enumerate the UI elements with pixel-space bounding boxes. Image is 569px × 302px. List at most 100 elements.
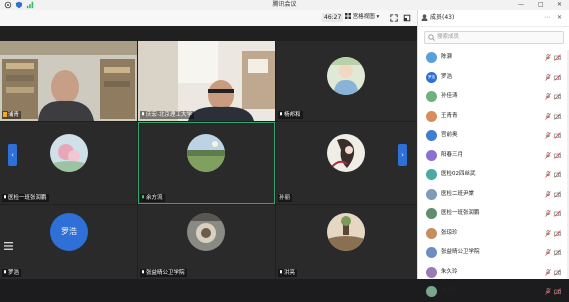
prev-page-button[interactable]: ‹: [8, 144, 17, 166]
maximize-button[interactable]: □: [538, 0, 544, 10]
member-row[interactable]: 张益晴公卫学院: [418, 243, 569, 263]
grid-view-label: 宫格视图: [352, 14, 375, 20]
member-avatar: [426, 169, 437, 180]
muted-microphone-icon[interactable]: [545, 190, 551, 198]
camera-off-icon[interactable]: [554, 288, 561, 295]
next-page-button[interactable]: ›: [398, 144, 407, 166]
title-bar: 腾讯会议 — □ ✕: [0, 0, 569, 10]
member-avatar: [426, 227, 437, 239]
video-tile[interactable]: 庆宏-北京理工大学: [138, 41, 275, 121]
microphone-icon: [142, 195, 144, 199]
member-name: 阳春三月: [441, 151, 464, 158]
muted-microphone-icon[interactable]: [545, 171, 551, 178]
grid-view-button[interactable]: 宫格视图 ▾: [343, 13, 381, 22]
list-icon[interactable]: [4, 242, 13, 250]
panel-close-icon[interactable]: ✕: [557, 10, 562, 26]
video-tile[interactable]: 医检一班张润鹏: [0, 122, 137, 204]
microphone-icon: [142, 112, 144, 116]
muted-microphone-icon[interactable]: [545, 112, 551, 120]
participant-avatar: [50, 134, 88, 172]
camera-off-icon[interactable]: [554, 54, 561, 61]
camera-off-icon[interactable]: [554, 151, 561, 159]
video-tile[interactable]: 罗浩 罗浩: [0, 205, 137, 279]
participant-name: 洪亮: [278, 269, 298, 277]
camera-off-icon[interactable]: [554, 73, 561, 81]
camera-off-icon[interactable]: [554, 190, 561, 198]
meeting-timer: 46:27: [322, 13, 344, 22]
member-avatar-initials: 罗浩: [428, 74, 435, 79]
video-tile[interactable]: 孙丽: [276, 122, 417, 204]
more-icon[interactable]: ⋯: [544, 10, 550, 26]
grid-icon: [345, 13, 351, 19]
member-name: 宫前奥: [441, 132, 458, 138]
member-row[interactable]: 罗浩 罗浩: [418, 68, 569, 88]
chevron-down-icon: ▾: [376, 14, 380, 20]
muted-microphone-icon[interactable]: [545, 73, 551, 81]
muted-microphone-icon[interactable]: [545, 132, 551, 139]
participant-avatar: [187, 213, 225, 251]
participant-avatar: 罗浩: [50, 213, 88, 251]
member-row[interactable]: 医检02四丝武: [418, 165, 569, 185]
camera-off-icon[interactable]: [554, 210, 561, 217]
muted-microphone-icon[interactable]: [545, 288, 551, 295]
video-tile[interactable]: 洪亮: [276, 205, 417, 279]
fullscreen-icon[interactable]: [390, 14, 398, 22]
member-avatar: 罗浩: [426, 71, 437, 83]
participant-name: 庆宏-北京理工大学: [140, 111, 194, 119]
member-row[interactable]: 王青青: [418, 107, 569, 127]
member-row[interactable]: 医检二班尹棠: [418, 185, 569, 205]
camera-off-icon[interactable]: [554, 229, 561, 237]
camera-off-icon[interactable]: [554, 132, 561, 139]
camera-off-icon[interactable]: [554, 93, 561, 100]
member-avatar: [426, 188, 437, 200]
member-row[interactable]: 陈灏: [418, 48, 569, 68]
avatar-initials: 罗浩: [61, 227, 77, 236]
host-icon: [3, 112, 7, 117]
member-row[interactable]: 医检一班张润鹏: [418, 204, 569, 224]
member-row[interactable]: 张琼珍: [418, 224, 569, 244]
participant-avatar: [187, 134, 225, 172]
video-tile-active-speaker[interactable]: 余方流: [138, 122, 275, 204]
member-row[interactable]: 朱青玲: [418, 282, 569, 302]
muted-microphone-icon[interactable]: [545, 210, 551, 217]
participant-name: 余方流: [140, 194, 165, 202]
participant-avatar: [327, 134, 365, 172]
member-avatar: [426, 266, 437, 278]
members-panel-header: 成员(43) ⋯ ✕: [418, 10, 569, 27]
camera-off-icon[interactable]: [554, 249, 561, 256]
video-tile[interactable]: 浦青: [0, 41, 137, 121]
member-search-input[interactable]: 搜索成员: [424, 31, 564, 44]
member-avatar: [426, 286, 437, 297]
close-button[interactable]: ✕: [557, 0, 562, 10]
member-row[interactable]: 孙佳涛: [418, 87, 569, 107]
member-name: 罗浩: [441, 73, 453, 80]
participant-name: 杨邦和: [278, 111, 303, 119]
muted-microphone-icon[interactable]: [545, 54, 551, 61]
members-icon: [421, 14, 428, 21]
muted-microphone-icon[interactable]: [545, 229, 551, 237]
popout-icon[interactable]: [403, 14, 411, 22]
minimize-button[interactable]: —: [518, 0, 524, 10]
muted-microphone-icon[interactable]: [545, 268, 551, 276]
member-avatar: [426, 110, 437, 122]
video-tile[interactable]: 杨邦和: [276, 41, 417, 121]
member-row[interactable]: 宫前奥: [418, 126, 569, 146]
member-row[interactable]: 朱久玲: [418, 263, 569, 283]
member-avatar: [426, 208, 437, 219]
camera-off-icon[interactable]: [554, 112, 561, 120]
member-list: 陈灏 罗浩 罗浩 孙佳涛 王青青 宫前奥 阳春三月 医检02四丝武 医检二班尹棠 医检一班张润鹏张…: [418, 48, 569, 302]
participant-name: 医检一班张润鹏: [2, 194, 49, 202]
video-tile[interactable]: 张益晴公卫学院: [138, 205, 275, 279]
participant-video: [138, 41, 275, 121]
camera-off-icon[interactable]: [554, 171, 561, 178]
meeting-toolbar: 46:27 宫格视图 ▾: [0, 10, 417, 27]
member-row[interactable]: 阳春三月: [418, 146, 569, 166]
member-name: 张益晴公卫学院: [441, 249, 480, 255]
muted-microphone-icon[interactable]: [545, 249, 551, 256]
microphone-icon: [280, 270, 282, 274]
muted-microphone-icon[interactable]: [545, 151, 551, 159]
muted-microphone-icon[interactable]: [545, 93, 551, 100]
search-placeholder: 搜索成员: [437, 34, 460, 40]
camera-off-icon[interactable]: [554, 268, 561, 276]
member-name: 朱青玲: [441, 288, 458, 294]
